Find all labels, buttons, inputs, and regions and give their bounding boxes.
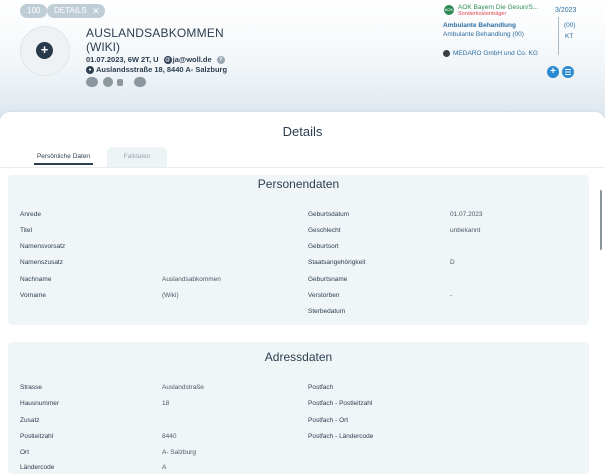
field-value: A [162,464,167,471]
lock-icon[interactable] [117,79,123,86]
field-label: Strasse [20,384,43,391]
email-icon: @ [163,56,172,65]
card-icon[interactable] [86,77,98,87]
insurer-logo-icon: AOK [444,5,454,15]
count-chip[interactable]: 100 [20,4,48,18]
tab-personal-data[interactable]: Persönliche Daten [20,147,107,167]
field-label: Geburtsname [308,276,348,283]
patient-name-suffix: (WIKI) [86,40,120,54]
field-label: Nachname [20,276,52,283]
patient-name: AUSLANDSABKOMMEN [86,26,224,40]
patient-address: ● Auslandsstraße 18, 8440 A- Salzburg [86,65,228,75]
kt-label: KT [565,33,574,40]
field-value: 8440 [162,433,177,440]
treatment-code: (00) [564,22,576,29]
quarter-label: 3/2023 [555,7,577,14]
field-label: Namensvorsatz [20,243,66,250]
field-label: Sterbedatum [308,308,346,315]
close-icon[interactable]: ✕ [92,4,100,18]
people-icon[interactable] [134,77,146,87]
add-button[interactable]: + [547,66,559,78]
field-label: Postfach - Ort [308,417,349,424]
adressdaten-section: Adressdaten Strasse Auslandstraße Hausnu… [8,342,589,474]
field-label: Geschlecht [308,227,341,234]
field-value: unbekannt [450,227,481,234]
provider-icon [443,50,450,57]
field-label: Postfach [308,384,334,391]
field-label: Staatsangehörigkeit [308,259,366,266]
insurance-card[interactable]: AOK AOK Bayern Die Gesun/S... Sonderkost… [440,0,580,82]
location-icon: ● [86,66,94,75]
details-chip[interactable]: DETAILS ✕ [47,4,105,18]
tab-case-data[interactable]: Falldaten [107,147,167,167]
details-panel: Details Persönliche Daten Falldaten Pers… [0,112,605,474]
field-value: Auslandstraße [162,384,204,391]
personendaten-section: Personendaten Anrede Titel Namensvorsatz… [8,175,589,325]
patient-email[interactable]: ja@woll.de [173,55,212,64]
field-label: Ländercode [20,464,55,471]
field-label: Hausnummer [20,400,60,407]
treatment-type: Ambulante Behandlung [443,22,516,29]
add-photo-icon[interactable]: + [36,42,53,59]
field-label: Vorname [20,292,47,299]
field-label: Postfach - Postleitzahl [308,400,373,407]
patient-info: 01.07.2023, 6W 2T, U @ ja@woll.de ? [86,55,226,65]
field-label: Geburtsdatum [308,211,350,218]
help-icon[interactable]: ? [216,56,225,65]
panel-title: Details [282,124,323,139]
patient-address-text: Auslandsstraße 18, 8440 A- Salzburg [96,65,228,74]
field-label: Ort [20,449,30,456]
field-value: - [450,292,453,299]
treatment-type-detail: Ambulante Behandlung (00) [443,31,524,38]
insurer-type: Sonderkostenträger [458,11,507,17]
provider-name[interactable]: MEDARO GmbH und Co. KG [453,50,538,57]
field-label: Zusatz [20,417,40,424]
field-label: Anrede [20,211,41,218]
field-value: A- Salzburg [162,449,196,456]
field-label: Postleitzahl [20,433,54,440]
section-title: Personendaten [257,177,340,191]
field-value: Auslandsabkommen [162,276,221,283]
field-value: 01.07.2023 [450,211,483,218]
field-label: Postfach - Ländercode [308,433,374,440]
grid-menu-icon[interactable] [562,66,574,78]
field-label: Verstorben [308,292,340,299]
chat-icon[interactable] [103,77,113,87]
patient-date-info: 01.07.2023, 6W 2T, U [86,55,159,64]
scrollbar[interactable] [600,190,602,250]
field-value: (Wiki) [162,292,179,299]
field-label: Titel [20,227,33,234]
tab-divider [0,167,605,168]
insurer-name: AOK Bayern Die Gesun/S... [458,4,539,11]
divider [558,17,559,55]
field-label: Geburtsort [308,243,339,250]
section-title: Adressdaten [264,350,333,364]
patient-header: 100 DETAILS ✕ + AUSLANDSABKOMMEN (WIKI) … [0,0,605,118]
details-chip-label: DETAILS [54,6,87,15]
field-label: Namenszusatz [20,259,63,266]
field-value: 18 [162,400,170,407]
field-value: D [450,259,455,266]
